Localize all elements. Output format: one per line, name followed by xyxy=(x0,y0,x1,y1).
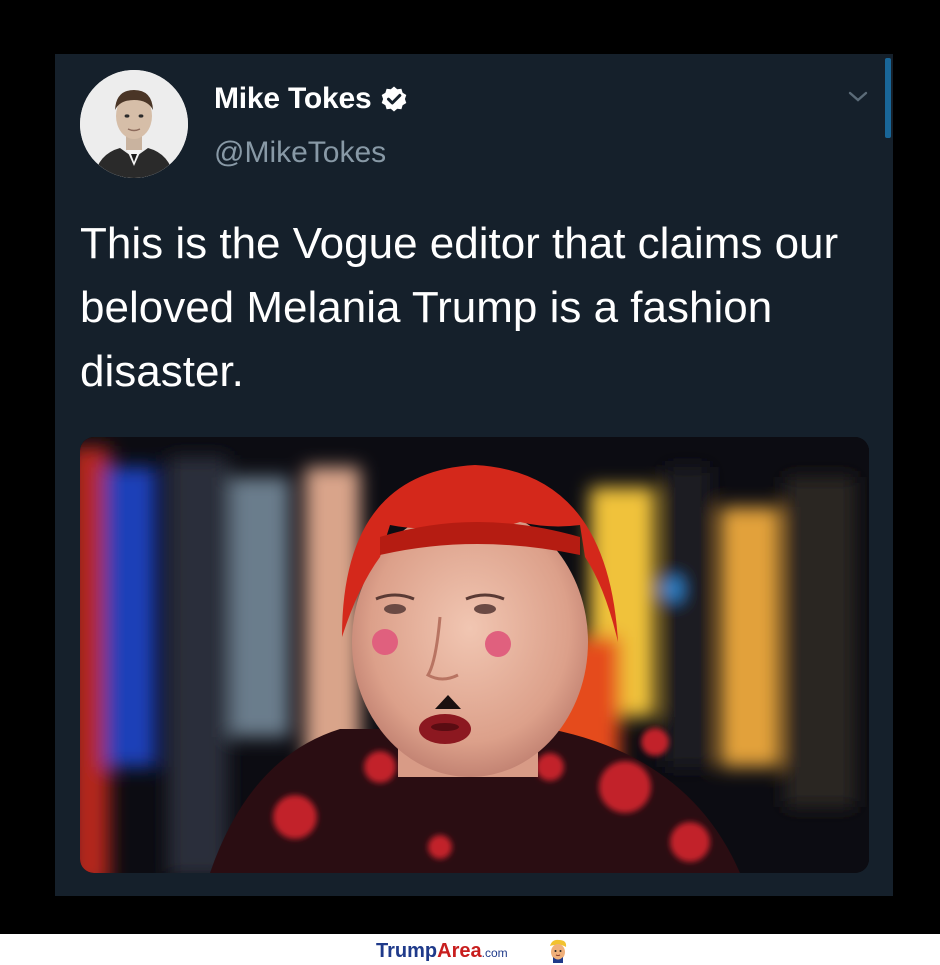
chevron-down-icon[interactable] xyxy=(847,90,869,104)
photo-portrait-icon xyxy=(80,437,869,873)
verified-badge-icon xyxy=(381,86,406,112)
brand-part-2: Area xyxy=(437,940,482,962)
tweet-text: This is the Vogue editor that claims our… xyxy=(80,219,839,396)
brand-logo[interactable]: TrumpArea.com xyxy=(376,940,508,963)
scroll-indicator[interactable] xyxy=(885,58,891,138)
brand-part-1: Trump xyxy=(376,940,438,962)
trump-mascot-icon xyxy=(550,939,567,963)
user-portrait-icon xyxy=(80,70,188,178)
author-row: Mike Tokes xyxy=(214,82,408,116)
display-name[interactable]: Mike Tokes xyxy=(214,82,372,116)
avatar[interactable] xyxy=(80,70,188,178)
user-handle[interactable]: @MikeTokes xyxy=(214,136,386,170)
tweet-media[interactable] xyxy=(80,437,869,873)
brand-suffix: .com xyxy=(481,946,508,960)
